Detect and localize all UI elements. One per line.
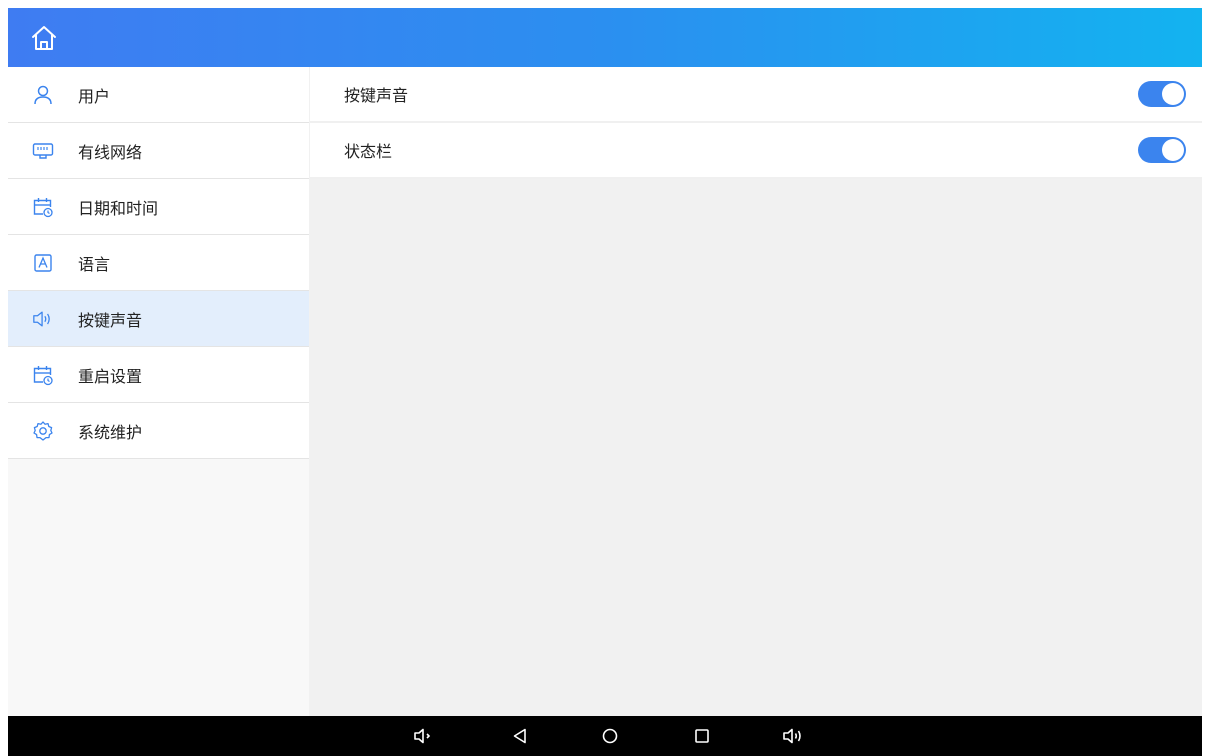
user-icon [32, 84, 54, 106]
home-button[interactable] [28, 22, 60, 54]
key-sound-toggle[interactable] [1138, 81, 1186, 107]
language-icon [32, 252, 54, 274]
recents-icon [695, 729, 709, 743]
speaker-icon [32, 308, 54, 330]
volume-up-icon [783, 728, 801, 744]
gear-icon [32, 420, 54, 442]
sidebar-item-key-sound[interactable]: 按键声音 [8, 291, 309, 347]
sidebar-item-label: 语言 [78, 254, 111, 274]
system-navigation-bar [8, 716, 1202, 756]
sidebar-item-label: 日期和时间 [78, 198, 159, 218]
calendar-clock-icon [32, 196, 54, 218]
recents-button[interactable] [690, 724, 714, 748]
volume-down-icon [414, 728, 431, 744]
home-nav-button[interactable] [598, 724, 622, 748]
home-circle-icon [602, 728, 618, 744]
sidebar-item-system-maintenance[interactable]: 系统维护 [8, 403, 309, 459]
back-icon [513, 728, 526, 744]
sidebar-item-language[interactable]: 语言 [8, 235, 309, 291]
setting-label: 状态栏 [344, 142, 393, 161]
sidebar-item-label: 重启设置 [78, 366, 143, 386]
calendar-clock-icon [32, 364, 54, 386]
sidebar-item-label: 按键声音 [78, 310, 143, 330]
settings-panel: 按键声音 状态栏 [310, 67, 1202, 716]
sidebar-item-reboot-settings[interactable]: 重启设置 [8, 347, 309, 403]
toggle-knob [1162, 139, 1184, 161]
top-bar [8, 8, 1202, 67]
volume-down-button[interactable] [412, 724, 436, 748]
home-icon [32, 26, 56, 50]
setting-row-status-bar: 状态栏 [310, 123, 1202, 179]
toggle-knob [1162, 83, 1184, 105]
setting-label: 按键声音 [344, 86, 409, 105]
sidebar-item-date-time[interactable]: 日期和时间 [8, 179, 309, 235]
setting-row-key-sound: 按键声音 [310, 67, 1202, 123]
sidebar-item-user[interactable]: 用户 [8, 67, 309, 123]
sidebar-item-label: 用户 [78, 86, 111, 106]
volume-up-button[interactable] [782, 724, 806, 748]
sidebar-item-label: 有线网络 [78, 142, 143, 162]
sidebar: 用户 有线网络 日期和时间 语言 按键声音 重启设置 系统维护 [8, 67, 309, 716]
sidebar-item-label: 系统维护 [78, 422, 143, 442]
status-bar-toggle[interactable] [1138, 137, 1186, 163]
sidebar-item-ethernet[interactable]: 有线网络 [8, 123, 309, 179]
back-button[interactable] [508, 724, 532, 748]
app-window: 用户 有线网络 日期和时间 语言 按键声音 重启设置 系统维护 按键声音 状态栏 [8, 8, 1202, 756]
ethernet-icon [32, 140, 54, 162]
